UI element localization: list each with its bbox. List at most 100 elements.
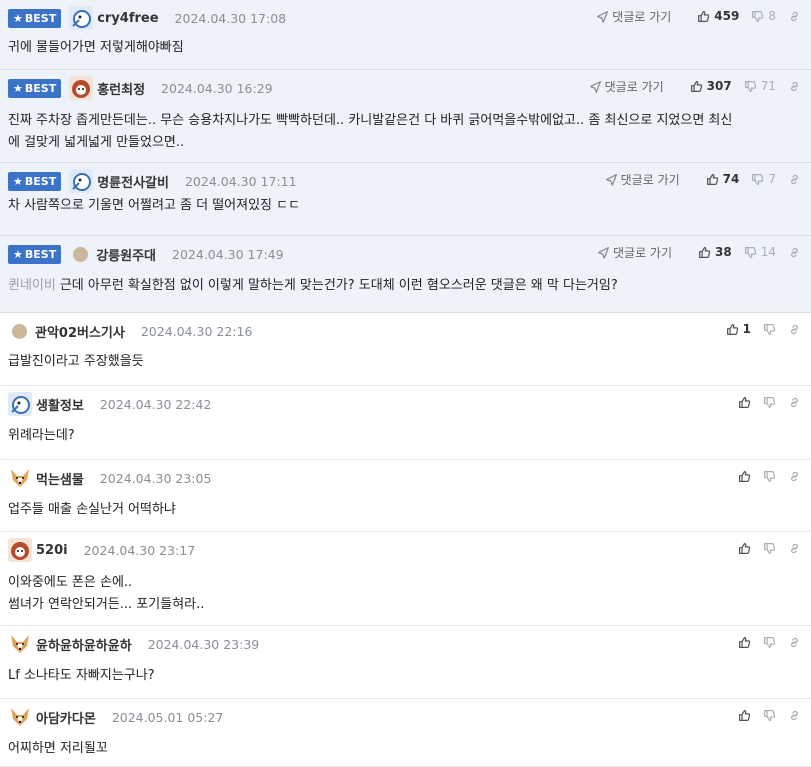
link-icon[interactable]	[788, 470, 801, 483]
mention-nickname[interactable]: 퀸네이비	[8, 278, 56, 293]
link-icon[interactable]	[788, 323, 801, 336]
downvote-button[interactable]	[763, 636, 776, 649]
thumbs-down-icon[interactable]	[763, 636, 776, 649]
comment-text-line: 진짜 주차장 좁게만든데는.. 무슨 승용차지나가도 빡빡하던데.. 카니발같은…	[8, 110, 797, 132]
downvote-button[interactable]: 71	[744, 79, 776, 93]
thumbs-up-icon[interactable]	[738, 636, 751, 649]
comment-actions: 댓글로 가기 74 7	[605, 169, 801, 189]
thumbs-up-icon[interactable]	[698, 246, 711, 259]
link-icon[interactable]	[788, 396, 801, 409]
upvote-button[interactable]	[738, 396, 751, 409]
upvote-button[interactable]: 38	[698, 245, 732, 259]
comment-meta: ★ BEST 명륜전사갈비 2024.04.30 17:11	[8, 169, 297, 193]
reply-link[interactable]: 댓글로 가기	[605, 171, 680, 188]
nickname[interactable]: 명륜전사갈비	[97, 172, 169, 191]
reply-link[interactable]: 댓글로 가기	[596, 8, 671, 25]
comment-body: 급발진이라고 주장했을듯	[8, 351, 797, 373]
thumbs-down-icon[interactable]	[763, 542, 776, 555]
thumbs-down-icon[interactable]	[751, 173, 764, 186]
reply-link[interactable]: 댓글로 가기	[589, 78, 664, 95]
thumbs-up-icon[interactable]	[738, 470, 751, 483]
thumbs-up-icon[interactable]	[726, 323, 739, 336]
comment: 먹는샘물 2024.04.30 23:05 업주들 매출 손실난거 어떡하냐	[0, 460, 811, 532]
reply-link-label[interactable]: 댓글로 가기	[605, 78, 664, 95]
comment-body: 어찌하면 저리될꼬	[8, 738, 797, 760]
downvote-button[interactable]	[763, 542, 776, 555]
nickname[interactable]: 아담카다몬	[36, 708, 96, 727]
comment: 윤하윤하윤하윤하 2024.04.30 23:39 Lf 소나타도 자빠지는구나?	[0, 626, 811, 699]
reply-link-label[interactable]: 댓글로 가기	[621, 171, 680, 188]
downvote-button[interactable]	[763, 470, 776, 483]
comment-text: 차 사람쪽으로 기울면 어쩔려고 좀 더 떨어져있징 ㄷㄷ	[8, 198, 301, 213]
nickname[interactable]: 홍런최정	[97, 79, 145, 98]
link-icon[interactable]	[788, 709, 801, 722]
comment-actions: 댓글로 가기 38 14	[597, 242, 801, 262]
downvote-button[interactable]	[763, 323, 776, 336]
reply-link-label[interactable]: 댓글로 가기	[613, 244, 672, 261]
comment-meta: ★ BEST 홍런최정 2024.04.30 16:29	[8, 76, 273, 100]
link-icon[interactable]	[788, 246, 801, 259]
thumbs-down-icon[interactable]	[763, 323, 776, 336]
downvote-button[interactable]: 14	[744, 245, 776, 259]
red-dog-avatar	[69, 76, 94, 100]
best-comment: ★ BEST 홍런최정 2024.04.30 16:29 댓글로 가기 307 71 진짜 주…	[0, 70, 811, 163]
thumbs-down-icon[interactable]	[763, 470, 776, 483]
nickname[interactable]: cry4free	[97, 11, 158, 26]
link-icon[interactable]	[788, 542, 801, 555]
upvote-button[interactable]: 74	[706, 172, 739, 186]
link-icon[interactable]	[788, 636, 801, 649]
comment-text-line: 귀에 물들어가면 저렇게해야빠짐	[8, 37, 797, 59]
downvote-button[interactable]	[763, 709, 776, 722]
comment-list: ★ BEST cry4free 2024.04.30 17:08 댓글로 가기 459 8 귀…	[0, 0, 811, 767]
nickname[interactable]: 윤하윤하윤하윤하	[36, 635, 132, 654]
upvote-count: 307	[706, 79, 732, 93]
reply-link-label[interactable]: 댓글로 가기	[612, 8, 671, 25]
reply-link[interactable]: 댓글로 가기	[597, 244, 672, 261]
comment-actions	[726, 632, 801, 652]
nickname[interactable]: 520i	[36, 543, 68, 558]
thumbs-up-icon[interactable]	[690, 80, 703, 93]
upvote-button[interactable]	[738, 636, 751, 649]
thumbs-up-icon[interactable]	[706, 173, 719, 186]
upvote-button[interactable]: 1	[726, 322, 751, 336]
nickname[interactable]: 강릉원주대	[96, 245, 156, 264]
upvote-button[interactable]	[738, 709, 751, 722]
thumbs-up-icon[interactable]	[738, 542, 751, 555]
comment-text-line: 이와중에도 폰은 손에..	[8, 572, 797, 594]
best-label: BEST	[24, 11, 57, 25]
downvote-count: 14	[760, 245, 776, 259]
link-icon[interactable]	[788, 10, 801, 23]
thumbs-down-icon[interactable]	[751, 10, 764, 23]
comment: 관악02버스기사 2024.04.30 22:16 1 급발진이라고 주장했을듯	[0, 313, 811, 386]
best-label: BEST	[24, 247, 57, 261]
downvote-button[interactable]: 7	[751, 172, 776, 186]
downvote-button[interactable]: 8	[751, 9, 776, 23]
link-icon[interactable]	[788, 173, 801, 186]
nickname[interactable]: 먹는샘물	[36, 469, 84, 488]
downvote-button[interactable]	[763, 396, 776, 409]
upvote-button[interactable]: 307	[690, 79, 732, 93]
nickname[interactable]: 관악02버스기사	[35, 322, 125, 341]
best-badge: ★ BEST	[8, 8, 62, 28]
avatar-dot	[73, 246, 89, 262]
upvote-button[interactable]: 459	[697, 9, 739, 23]
thumbs-down-icon[interactable]	[744, 80, 757, 93]
best-comment: ★ BEST 강릉원주대 2024.04.30 17:49 댓글로 가기 38 14 퀸네이비…	[0, 236, 811, 313]
comment-text: 어찌하면 저리될꼬	[8, 741, 108, 756]
comment-body: 이와중에도 폰은 손에.. 썸녀가 연락안되거든... 포기들혀라..	[8, 572, 797, 616]
upvote-button[interactable]	[738, 542, 751, 555]
thumbs-up-icon[interactable]	[738, 396, 751, 409]
upvote-count: 1	[742, 322, 751, 336]
blue-bird-avatar	[69, 169, 94, 193]
thumbs-up-icon[interactable]	[738, 709, 751, 722]
upvote-button[interactable]	[738, 470, 751, 483]
thumbs-up-icon[interactable]	[697, 10, 710, 23]
comment-body: 업주들 매출 손실난거 어떡하냐	[8, 499, 797, 521]
red-dog-avatar	[8, 538, 32, 562]
nickname[interactable]: 생활정보	[36, 395, 84, 414]
thumbs-down-icon[interactable]	[763, 709, 776, 722]
link-icon[interactable]	[788, 80, 801, 93]
comment-actions: 1	[714, 319, 801, 339]
thumbs-down-icon[interactable]	[744, 246, 757, 259]
thumbs-down-icon[interactable]	[763, 396, 776, 409]
